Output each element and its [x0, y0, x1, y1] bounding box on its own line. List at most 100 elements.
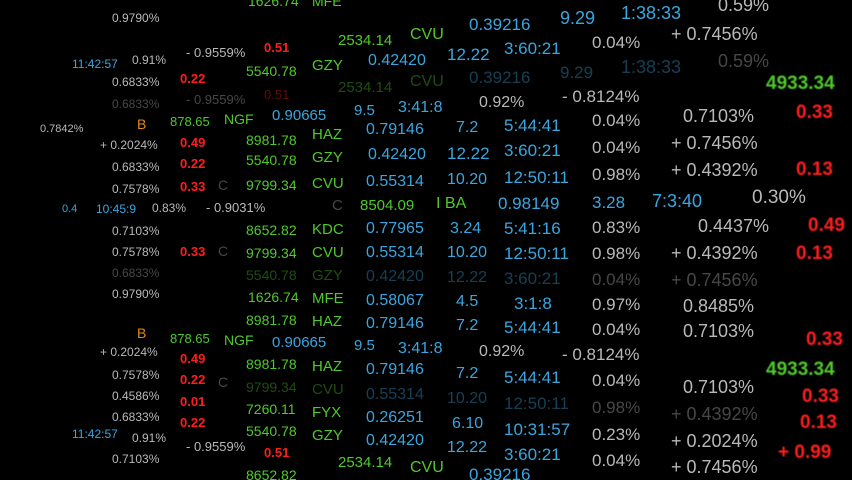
ticker-value: 7.2 [456, 119, 479, 136]
ticker-time: 3:1:8 [514, 294, 552, 313]
ticker-delta: 0.33 [180, 244, 206, 259]
ticker-delta: 0.51 [264, 40, 290, 55]
ticker-value: 12.22 [447, 144, 490, 163]
ticker-change: + 0.2024% [100, 345, 158, 359]
ticker-percent: 0.04% [592, 270, 641, 289]
ticker-change: 0.7103% [683, 377, 755, 397]
ticker-value: 10.20 [447, 390, 488, 407]
ticker-symbol: HAZ [312, 358, 342, 375]
ticker-symbol: I BA [436, 195, 467, 212]
ticker-value: 9.5 [354, 102, 375, 119]
ticker-time: 12:50:11 [504, 244, 569, 263]
ticker-symbol: GZY [312, 57, 343, 74]
ticker-value: 0.79146 [366, 121, 424, 138]
ticker-time: 3:60:21 [504, 269, 561, 288]
ticker-percent: 0.91% [132, 431, 167, 445]
ticker-time: 3:60:21 [504, 39, 561, 58]
ticker-value: 10.20 [447, 244, 488, 261]
ticker-change: + 0.7456% [671, 270, 758, 290]
ticker-delta: 0.13 [796, 159, 833, 180]
ticker-percent: 0.98% [592, 165, 641, 184]
ticker-delta: 0.01 [180, 394, 206, 409]
ticker-delta: 0.51 [264, 445, 290, 460]
ticker-price: 8981.78 [246, 356, 297, 372]
ticker-delta: 0.13 [796, 243, 833, 264]
ticker-price: 8981.78 [246, 312, 297, 328]
ticker-value: 0.79146 [366, 361, 424, 378]
ticker-time: 11:42:57 [72, 427, 118, 441]
ticker-delta: 0.51 [264, 87, 290, 102]
ticker-value: 0.90665 [272, 334, 327, 351]
ticker-time: 3:60:21 [504, 445, 561, 464]
ticker-value: 0.77965 [366, 220, 424, 237]
ticker-time: 3:60:21 [504, 141, 561, 160]
ticker-time: 7:3:40 [652, 191, 703, 211]
ticker-time: 5:44:41 [504, 368, 561, 387]
ticker-symbol: CVU [312, 244, 344, 261]
ticker-price: 5540.78 [246, 267, 297, 283]
ticker-price: 5540.78 [246, 423, 297, 439]
ticker-symbol: CVU [312, 175, 344, 192]
ticker-percent: 0.7578% [112, 368, 160, 382]
ticker-change: + 0.7456% [671, 24, 758, 44]
ticker-delta: 0.33 [180, 179, 206, 194]
ticker-value: 4.5 [456, 293, 479, 310]
ticker-percent: 0.98% [592, 244, 641, 263]
ticker-price: 5540.78 [246, 152, 297, 168]
ticker-symbol: HAZ [312, 126, 342, 143]
ticker-time: 5:44:41 [504, 318, 561, 337]
ticker-percent: 0.83% [152, 201, 187, 215]
ticker-symbol: C [218, 177, 229, 193]
ticker-change: + 0.4392% [671, 160, 758, 180]
ticker-value: 9.29 [560, 8, 596, 28]
ticker-price: 2534.14 [338, 32, 393, 49]
ticker-delta: 0.33 [802, 386, 839, 407]
ticker-percent: 0.59% [718, 0, 770, 15]
ticker-percent: 0.6833% [112, 160, 160, 174]
ticker-value: 0.42420 [366, 268, 424, 285]
ticker-percent: 0.23% [592, 425, 641, 444]
ticker-price: 9799.34 [246, 379, 297, 395]
ticker-change: + 0.7456% [671, 133, 758, 153]
ticker-price: 8981.78 [246, 132, 297, 148]
ticker-value: 0.39216 [469, 465, 531, 480]
ticker-price: 9799.34 [246, 245, 297, 261]
ticker-percent: 0.30% [752, 187, 806, 208]
ticker-percent: 0.98% [592, 398, 641, 417]
ticker-price: 8504.09 [360, 197, 415, 214]
ticker-value: 3.28 [592, 193, 626, 212]
ticker-percent: 0.83% [592, 218, 641, 237]
ticker-delta: 0.33 [796, 102, 833, 123]
ticker-value: 7.2 [456, 317, 479, 334]
ticker-percent: 0.7578% [112, 245, 160, 259]
ticker-percent: 0.59% [718, 51, 770, 71]
ticker-change: 0.7103% [683, 106, 755, 126]
ticker-value: 9.29 [560, 63, 594, 82]
ticker-price: 1626.74 [248, 289, 299, 305]
ticker-value: 0.98149 [498, 194, 560, 213]
ticker-change: + 0.2024% [671, 431, 758, 451]
ticker-change: - 0.8124% [562, 87, 640, 106]
ticker-value: 0.55314 [366, 244, 424, 261]
ticker-delta: 0.22 [180, 156, 206, 171]
ticker-time: 3:41:8 [398, 99, 443, 116]
ticker-price: 2534.14 [338, 79, 393, 96]
ticker-percent: 0.91% [132, 53, 167, 67]
ticker-percent: 0.7578% [112, 182, 160, 196]
stock-ticker-board: 1626.74 MFE 0.59% 9.29 1:38:33 0.39216 0… [0, 0, 852, 480]
ticker-change: - 0.9031% [206, 200, 266, 215]
ticker-time: 5:44:41 [504, 116, 561, 135]
ticker-delta: + 0.99 [778, 442, 832, 463]
ticker-delta: 0.22 [180, 372, 206, 387]
ticker-time: 10:45:9 [96, 202, 137, 216]
ticker-percent: 0.04% [592, 371, 641, 390]
ticker-percent: 0.04% [592, 138, 641, 157]
ticker-value: 7.2 [456, 365, 479, 382]
ticker-value: 3.24 [450, 220, 482, 237]
ticker-value: 0.90665 [272, 107, 327, 124]
ticker-value: 0.58067 [366, 292, 424, 309]
ticker-delta: 0.33 [806, 329, 843, 350]
ticker-symbol: MFE [312, 290, 344, 307]
ticker-value: 0.42420 [368, 52, 426, 69]
ticker-price: 5540.78 [246, 63, 297, 79]
